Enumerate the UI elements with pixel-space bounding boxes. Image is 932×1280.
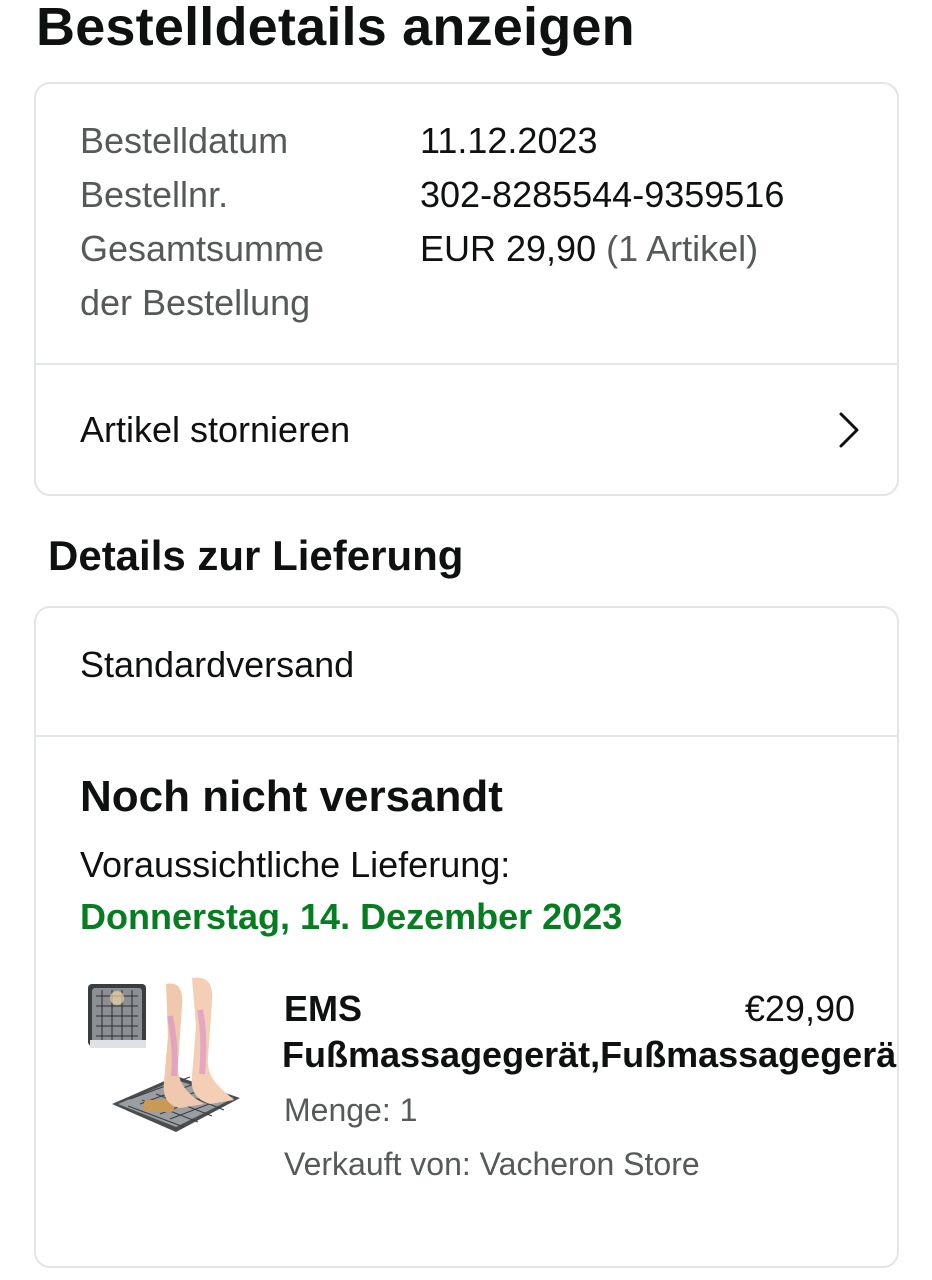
order-total-amount: EUR 29,90 xyxy=(420,228,597,269)
divider xyxy=(36,363,897,365)
product-image[interactable] xyxy=(84,976,244,1136)
order-total-value: EUR 29,90 (1 Artikel) xyxy=(420,222,758,276)
order-number-label: Bestellnr. xyxy=(80,174,229,215)
product-name-line1: EMS xyxy=(284,988,363,1029)
order-summary-card: Bestelldatum 11.12.2023 Bestellnr. 302-8… xyxy=(34,82,899,496)
shipment-status: Noch nicht versandt xyxy=(80,772,503,821)
estimated-delivery-label: Voraussichtliche Lieferung: xyxy=(80,844,511,885)
estimated-delivery-date: Donnerstag, 14. Dezember 2023 xyxy=(80,896,623,937)
order-date-value: 11.12.2023 xyxy=(420,120,598,161)
order-date-label: Bestelldatum xyxy=(80,120,289,161)
order-number-value: 302-8285544-9359516 xyxy=(420,174,785,215)
delivery-card: Standardversand Noch nicht versandt Vora… xyxy=(34,606,899,1268)
page-title: Bestelldetails anzeigen xyxy=(36,0,635,57)
cancel-item-button[interactable]: Artikel stornieren xyxy=(36,366,897,494)
product-seller: Verkauft von: Vacheron Store xyxy=(284,1146,700,1182)
order-total-label-line2: der Bestellung xyxy=(80,282,311,323)
product-quantity: Menge: 1 xyxy=(284,1092,418,1128)
shipping-method: Standardversand xyxy=(80,644,355,685)
order-total-items: (1 Artikel) xyxy=(606,228,759,269)
chevron-right-icon xyxy=(839,412,859,448)
product-name-line2[interactable]: Fußmassagegerät,Fußmassagegerä xyxy=(282,1028,896,1082)
divider xyxy=(36,735,897,737)
delivery-section-title: Details zur Lieferung xyxy=(48,532,464,579)
order-total-label-line1: Gesamtsumme xyxy=(80,228,325,269)
cancel-item-label: Artikel stornieren xyxy=(80,409,351,450)
